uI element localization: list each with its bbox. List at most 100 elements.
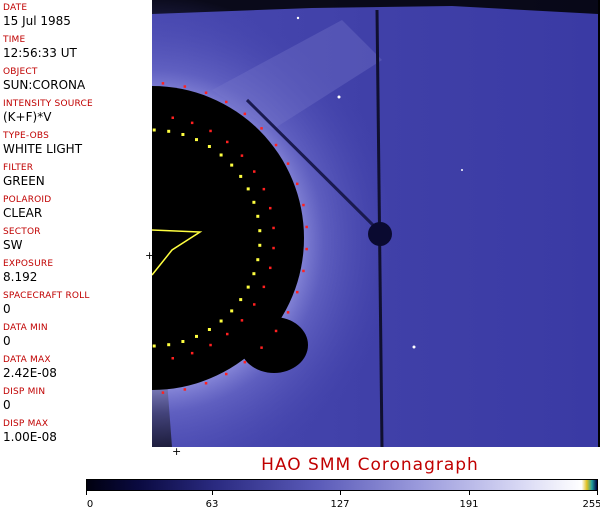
star-dot bbox=[412, 345, 416, 349]
marker-dot bbox=[195, 138, 198, 142]
colorbar-tick-label: 0 bbox=[86, 499, 94, 510]
marker-dot bbox=[258, 229, 262, 233]
colorbar-tick bbox=[469, 491, 470, 495]
field-value: 0 bbox=[3, 302, 11, 316]
marker-dot bbox=[219, 319, 223, 323]
field-value: 12:56:33 UT bbox=[3, 46, 77, 60]
field-label: INTENSITY SOURCE bbox=[3, 99, 93, 109]
header-field: POLAROID CLEAR bbox=[3, 195, 151, 220]
field-label: OBJECT bbox=[3, 67, 38, 77]
colorbar-tick bbox=[597, 491, 598, 495]
field-value: 1.00E-08 bbox=[3, 430, 57, 444]
field-value: WHITE LIGHT bbox=[3, 142, 83, 156]
marker-dot bbox=[171, 116, 174, 119]
coronagraph-image[interactable] bbox=[152, 0, 600, 447]
marker-dot bbox=[230, 309, 234, 313]
marker-dot bbox=[226, 140, 229, 144]
field-value: GREEN bbox=[3, 174, 45, 188]
field-label: FILTER bbox=[3, 163, 34, 173]
star-dot bbox=[461, 169, 463, 171]
marker-dot bbox=[252, 272, 256, 276]
crosshair-marker: + bbox=[145, 249, 155, 262]
field-value: 0 bbox=[3, 398, 11, 412]
header-field: TYPE-OBS WHITE LIGHT bbox=[3, 131, 151, 156]
header-field: FILTER GREEN bbox=[3, 163, 151, 188]
instrument-caption: HAO SMM Coronagraph bbox=[261, 455, 479, 475]
marker-dot bbox=[183, 85, 187, 88]
colorbar-tick bbox=[340, 491, 341, 495]
colorbar-tick bbox=[212, 491, 213, 495]
marker-dot bbox=[181, 340, 185, 343]
marker-dot bbox=[167, 129, 171, 133]
field-label: DATA MAX bbox=[3, 355, 51, 365]
marker-dot bbox=[274, 143, 278, 147]
marker-dot bbox=[272, 246, 275, 250]
marker-dot bbox=[286, 162, 290, 165]
marker-dot bbox=[302, 203, 305, 207]
marker-dot bbox=[246, 285, 250, 289]
marker-dot bbox=[152, 344, 156, 348]
field-label: TYPE-OBS bbox=[3, 131, 50, 141]
field-label: DATA MIN bbox=[3, 323, 48, 333]
marker-dot bbox=[272, 226, 275, 230]
marker-dot bbox=[225, 372, 228, 376]
field-label: SPACECRAFT ROLL bbox=[3, 291, 90, 301]
marker-dot bbox=[256, 258, 260, 262]
header-field: INTENSITY SOURCE (K+F)*V bbox=[3, 99, 151, 124]
colorbar-legend: 0 63 127 191 255 bbox=[86, 479, 600, 512]
colorbar-tick-label: 255 bbox=[582, 499, 600, 510]
marker-dot bbox=[256, 214, 260, 218]
header-field: DATA MIN 0 bbox=[3, 323, 151, 348]
marker-dot bbox=[204, 91, 208, 94]
field-value: 0 bbox=[3, 334, 11, 348]
marker-dot bbox=[260, 127, 263, 130]
field-value: 8.192 bbox=[3, 270, 38, 284]
field-value: 15 Jul 1985 bbox=[3, 14, 71, 28]
marker-dot bbox=[246, 187, 250, 191]
field-value: SUN:CORONA bbox=[3, 78, 86, 92]
marker-dot bbox=[269, 266, 272, 270]
marker-dot bbox=[204, 382, 208, 385]
marker-dot bbox=[305, 247, 308, 251]
field-value: 2.42E-08 bbox=[3, 366, 57, 380]
marker-dot bbox=[239, 174, 243, 178]
field-label: DISP MIN bbox=[3, 387, 46, 397]
marker-dot bbox=[243, 360, 247, 364]
marker-dot bbox=[240, 319, 244, 322]
marker-dot bbox=[171, 357, 174, 360]
marker-dot bbox=[252, 200, 256, 204]
marker-dot bbox=[152, 128, 156, 132]
field-label: DISP MAX bbox=[3, 419, 49, 429]
marker-dot bbox=[209, 343, 212, 347]
field-label: EXPOSURE bbox=[3, 259, 54, 269]
field-label: TIME bbox=[3, 35, 26, 45]
marker-dot bbox=[209, 129, 212, 133]
field-label: POLAROID bbox=[3, 195, 52, 205]
header-field: DATA MAX 2.42E-08 bbox=[3, 355, 151, 380]
marker-dot bbox=[302, 269, 305, 273]
marker-dot bbox=[190, 121, 194, 125]
marker-dot bbox=[161, 391, 165, 394]
marker-dot bbox=[286, 311, 290, 314]
marker-dot bbox=[253, 303, 256, 306]
star-dot bbox=[296, 16, 300, 20]
colorbar-gradient bbox=[86, 479, 598, 491]
header-field: DATE 15 Jul 1985 bbox=[3, 3, 151, 28]
header-field: DISP MIN 0 bbox=[3, 387, 151, 412]
header-field: OBJECT SUN:CORONA bbox=[3, 67, 151, 92]
marker-dot bbox=[296, 290, 299, 294]
marker-dot bbox=[296, 182, 299, 186]
marker-dot bbox=[258, 243, 262, 247]
field-label: SECTOR bbox=[3, 227, 41, 237]
star-dot bbox=[337, 95, 341, 99]
marker-dot bbox=[225, 100, 228, 104]
header-field: EXPOSURE 8.192 bbox=[3, 259, 151, 284]
coronagraph-svg bbox=[152, 0, 600, 447]
marker-dot bbox=[207, 328, 211, 331]
marker-dot bbox=[181, 133, 185, 136]
marker-dot bbox=[305, 225, 308, 229]
field-label: DATE bbox=[3, 3, 28, 13]
marker-dot bbox=[195, 334, 198, 338]
header-info-panel: DATE 15 Jul 1985 TIME 12:56:33 UT OBJECT SUN:… bbox=[0, 0, 153, 447]
marker-dot bbox=[226, 332, 229, 336]
